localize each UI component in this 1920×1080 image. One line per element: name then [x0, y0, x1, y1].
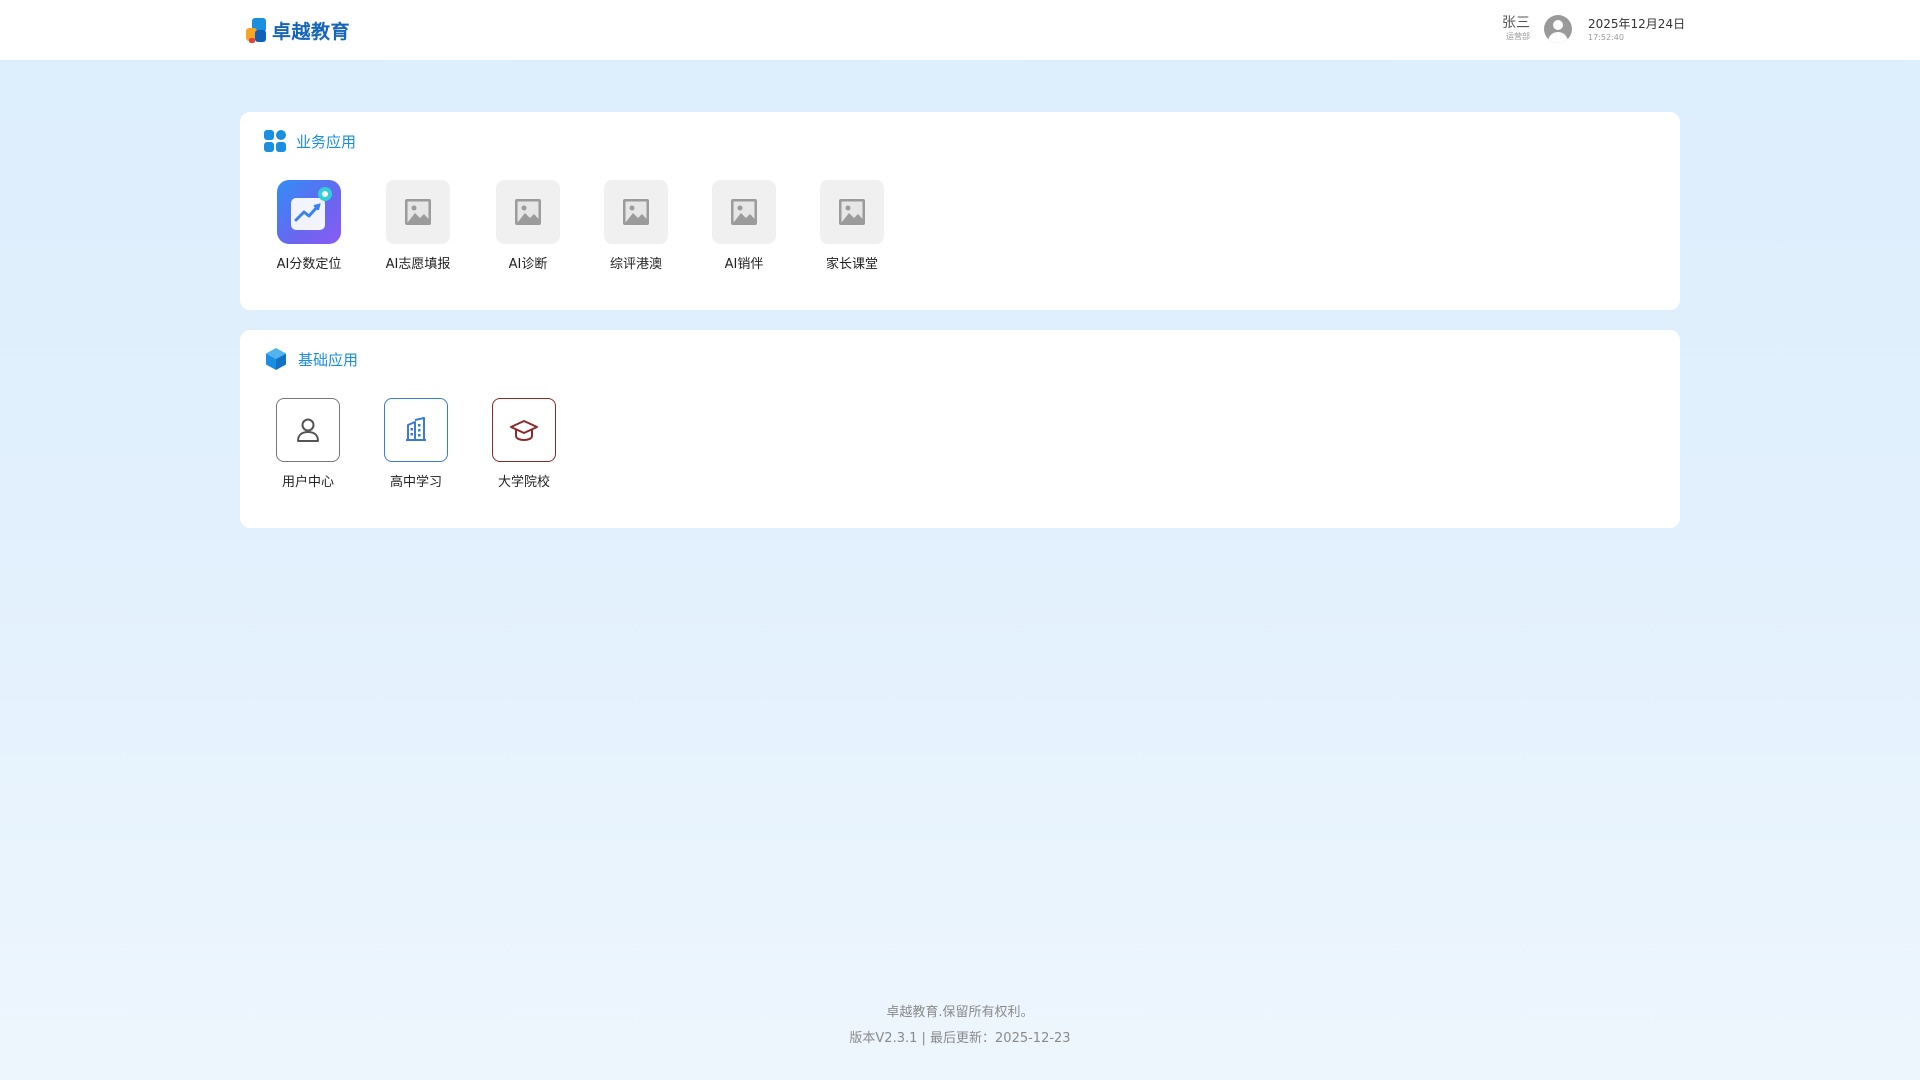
avatar[interactable]: [1544, 15, 1572, 43]
app-label: 高中学习: [389, 475, 442, 490]
section-header: 基础应用: [264, 347, 358, 371]
user-name: 张三: [1502, 15, 1530, 31]
app-label: 用户中心: [281, 475, 334, 490]
app-label: AI志愿填报: [385, 257, 451, 272]
basic-apps-card: 基础应用 用户中心 高中学习 大学院校: [240, 330, 1680, 528]
image-placeholder-icon: [496, 180, 560, 244]
app-label: 大学院校: [497, 475, 550, 490]
logo-text: 卓越教育: [272, 20, 351, 43]
app-label: 家长课堂: [825, 257, 878, 272]
app-label: AI诊断: [508, 257, 548, 272]
top-header: 卓越教育 张三 运营部 2025年12月24日 17:52:40: [0, 0, 1920, 60]
current-date: 2025年12月24日: [1588, 17, 1686, 31]
building-icon: [384, 398, 448, 462]
user-icon: [276, 398, 340, 462]
app-university[interactable]: 大学院校: [469, 398, 579, 491]
app-ai-volunteer[interactable]: AI志愿填报: [363, 180, 473, 273]
current-time: 17:52:40: [1588, 33, 1624, 42]
apps-grid-icon: [264, 130, 286, 152]
app-label: AI分数定位: [276, 257, 342, 272]
graduation-cap-icon: [492, 398, 556, 462]
brand-logo[interactable]: 卓越教育: [244, 14, 350, 46]
copyright-text: 卓越教育.保留所有权利。: [886, 1005, 1034, 1020]
app-hk-macau[interactable]: 综评港澳: [581, 180, 691, 273]
image-placeholder-icon: [386, 180, 450, 244]
app-high-school[interactable]: 高中学习: [361, 398, 471, 491]
section-header: 业务应用: [264, 129, 356, 153]
ai-score-position-icon: [277, 180, 341, 244]
app-parent-class[interactable]: 家长课堂: [797, 180, 907, 273]
datetime: 2025年12月24日 17:52:40: [1588, 16, 1685, 44]
app-label: AI销伴: [724, 257, 764, 272]
business-apps-card: 业务应用 AI分数定位 AI志愿填报 AI诊断 综评港澳 AI销伴 家长课堂: [240, 112, 1680, 310]
page-footer: 卓越教育.保留所有权利。 版本V2.3.1 | 最后更新：2025-12-23: [0, 1000, 1920, 1052]
app-label: 综评港澳: [609, 257, 662, 272]
image-placeholder-icon: [820, 180, 884, 244]
app-ai-sales[interactable]: AI销伴: [689, 180, 799, 273]
user-info[interactable]: 张三 运营部: [1502, 14, 1530, 42]
section-title: 业务应用: [296, 132, 357, 151]
image-placeholder-icon: [712, 180, 776, 244]
app-user-center[interactable]: 用户中心: [253, 398, 363, 491]
cube-icon: [266, 348, 286, 370]
section-title: 基础应用: [298, 350, 359, 369]
image-placeholder-icon: [604, 180, 668, 244]
app-ai-diagnosis[interactable]: AI诊断: [473, 180, 583, 273]
version-text: 版本V2.3.1 | 最后更新：2025-12-23: [849, 1031, 1071, 1046]
app-ai-score-position[interactable]: AI分数定位: [254, 180, 364, 273]
user-department: 运营部: [1506, 32, 1530, 41]
logo-icon: [244, 16, 268, 44]
